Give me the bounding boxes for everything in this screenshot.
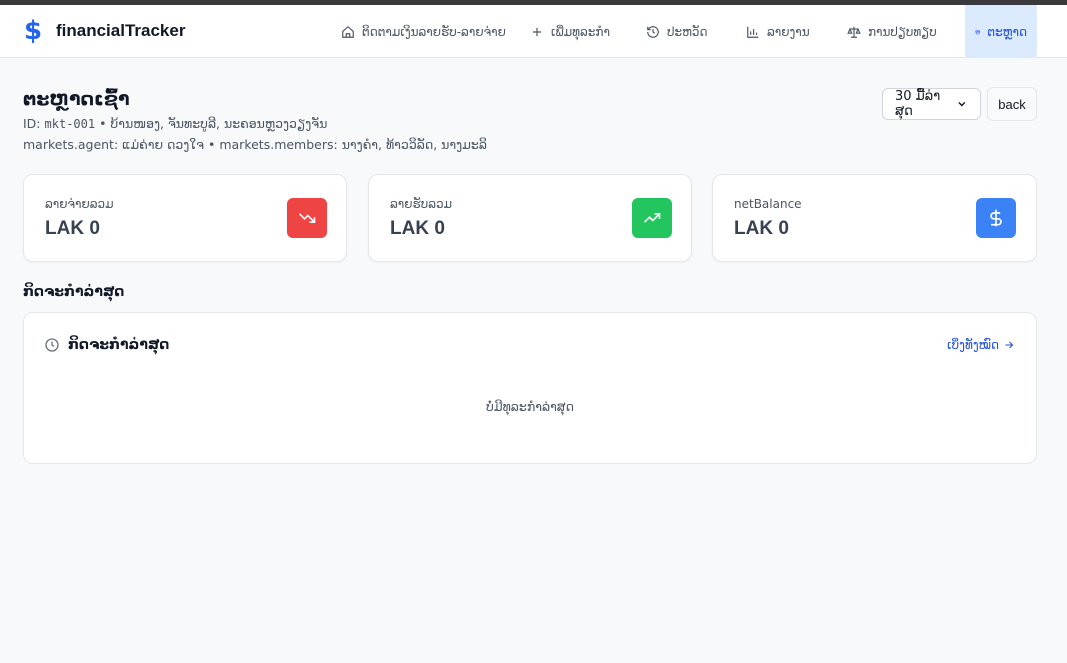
nav-item-label: ຕິດຕາມເງິນລາຍຮັບ-ລາຍຈ່າຍ	[362, 24, 506, 39]
stat-label: ລາຍຈ່າຍລວມ	[45, 197, 114, 211]
trending-up-icon	[632, 198, 672, 238]
stat-value: LAK 0	[45, 218, 100, 239]
market-agent-members: markets.agent: ແມ່ຄ່າຍ ດວງໃຈ • markets.m…	[23, 137, 487, 152]
nav-item-label: ປະຫວັດ	[667, 24, 708, 39]
clock-icon	[45, 338, 59, 352]
view-all-label: ເບິ່ງທັງໝົດ	[947, 338, 999, 352]
brand[interactable]: $ financialTracker	[24, 17, 185, 45]
recent-activity-card: ກິດຈະກຳລ່າສຸດ ເບິ່ງທັງໝົດ ບໍ່ມີທຸລະກຳລ່າ…	[23, 312, 1037, 464]
nav-item-label: ລາຍງານ	[767, 24, 810, 39]
bar-chart-icon	[747, 26, 759, 38]
nav-item-compare[interactable]: ການປຽບທຽບ	[837, 5, 947, 58]
chevron-down-icon	[958, 102, 966, 107]
stat-value: LAK 0	[390, 218, 445, 239]
date-range-value: 30 ມື້ລ່າສຸດ	[895, 89, 941, 119]
history-icon	[647, 25, 659, 38]
plus-icon	[532, 27, 542, 36]
scale-icon	[847, 26, 861, 38]
top-navbar: $ financialTracker ຕິດຕາມເງິນລາຍຮັບ-ລາຍຈ…	[0, 5, 1067, 58]
stat-card-total-expense: ລາຍຈ່າຍລວມ LAK 0	[23, 174, 347, 262]
stat-card-net-balance: netBalance LAK 0	[712, 174, 1037, 262]
market-id: mkt-001	[44, 117, 96, 131]
nav-item-tracking[interactable]: ຕິດຕາມເງິນລາຍຮັບ-ລາຍຈ່າຍ	[331, 5, 516, 58]
nav-item-label: ເພີ່ມທຸລະກຳ	[551, 24, 610, 39]
section-title-recent-activity: ກິດຈະກຳລ່າສຸດ	[23, 284, 125, 300]
store-icon	[975, 29, 980, 34]
date-range-select[interactable]: 30 ມື້ລ່າສຸດ	[882, 88, 981, 120]
id-label: ID:	[23, 116, 41, 131]
activity-card-title: ກິດຈະກຳລ່າສຸດ	[68, 337, 170, 353]
stat-card-total-income: ລາຍຮັບລວມ LAK 0	[368, 174, 692, 262]
stat-value: LAK 0	[734, 218, 789, 239]
page-title: ຕະຫຼາດເຊົ້າ	[23, 88, 130, 110]
stat-label: netBalance	[734, 197, 802, 211]
trending-down-icon	[287, 198, 327, 238]
view-all-link[interactable]: ເບິ່ງທັງໝົດ	[947, 338, 1015, 352]
market-location: • ບ້ານໜອງ, ຈັນທະບູລີ, ນະຄອນຫຼວງວຽງຈັນ	[99, 116, 328, 131]
activity-card-header: ກິດຈະກຳລ່າສຸດ	[44, 337, 169, 353]
empty-state-message: ບໍ່ມີທຸລະກຳລ່າສຸດ	[486, 399, 574, 414]
market-id-line: ID: mkt-001 • ບ້ານໜອງ, ຈັນທະບູລີ, ນະຄອນຫ…	[23, 116, 327, 131]
arrow-right-icon	[1005, 341, 1014, 349]
home-icon	[342, 25, 354, 38]
stat-label: ລາຍຮັບລວມ	[390, 197, 453, 211]
dollar-logo-icon: $	[24, 16, 43, 46]
dollar-icon	[976, 198, 1016, 238]
back-button[interactable]: back	[987, 87, 1037, 121]
nav-item-label: ການປຽບທຽບ	[868, 24, 937, 39]
nav-item-label: ຕະຫຼາດ	[987, 24, 1027, 39]
nav-item-history[interactable]: ປະຫວັດ	[636, 5, 718, 58]
nav-item-market[interactable]: ຕະຫຼາດ	[965, 5, 1037, 58]
app-name: financialTracker	[56, 21, 186, 40]
nav-item-reports[interactable]: ລາຍງານ	[736, 5, 820, 58]
nav-item-add-transaction[interactable]: ເພີ່ມທຸລະກຳ	[520, 5, 620, 58]
